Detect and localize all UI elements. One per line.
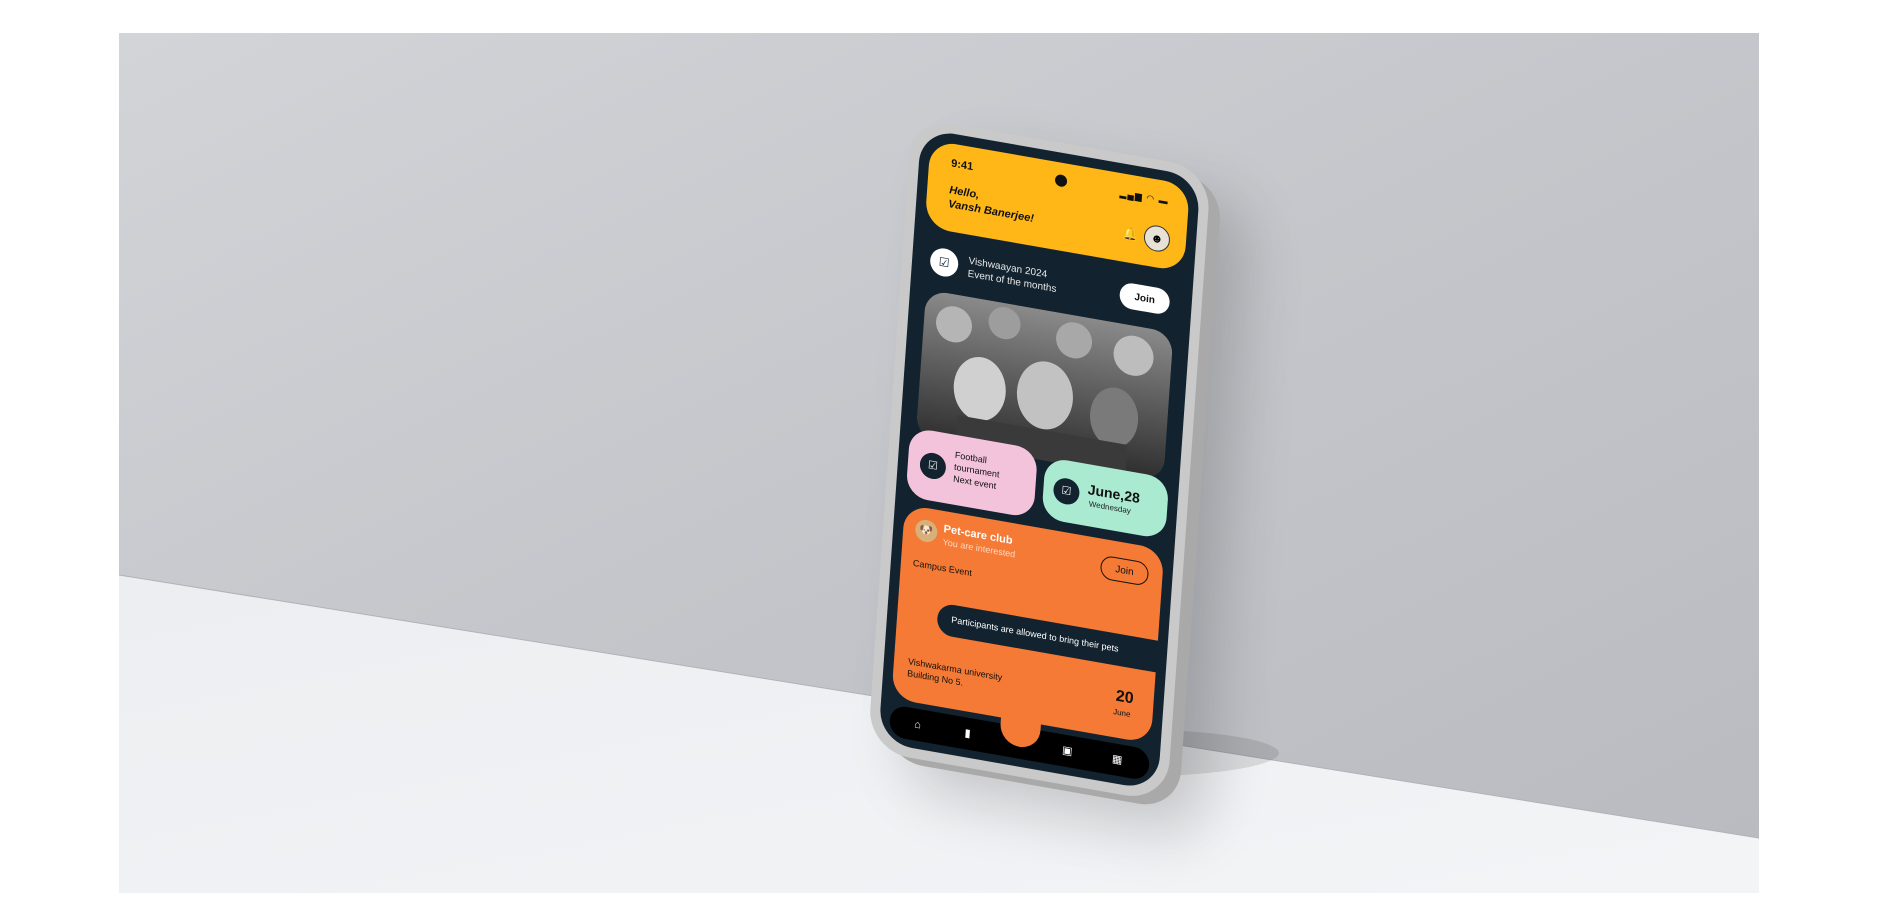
front-camera — [1054, 173, 1068, 188]
user-avatar[interactable]: ☻ — [1143, 223, 1171, 254]
document-icon[interactable]: ▮ — [959, 724, 976, 743]
club-event-day: 20 — [1115, 687, 1135, 708]
club-notice-text: Participants are allowed to bring their … — [951, 614, 1119, 654]
greeting-text: Hello, Vansh Banerjee! — [948, 183, 1036, 226]
app-screen: 9:41 ▂▄▆ ◠ ▬ Hello, Vansh Banerjee! 🔔 ☻ … — [878, 128, 1201, 791]
next-event-text: Football tournament Next event — [953, 449, 1001, 493]
phone-frame: 9:41 ▂▄▆ ◠ ▬ Hello, Vansh Banerjee! 🔔 ☻ … — [867, 116, 1212, 803]
club-event-card[interactable]: 🐶 Pet-care club You are interested Join … — [891, 504, 1165, 744]
home-icon[interactable]: ⌂ — [909, 716, 926, 735]
nav-notch — [999, 713, 1042, 751]
club-category: Campus Event — [912, 557, 973, 578]
phone-mockup: 9:41 ▂▄▆ ◠ ▬ Hello, Vansh Banerjee! 🔔 ☻ … — [867, 116, 1252, 819]
id-card-icon[interactable]: ▣ — [1059, 742, 1076, 761]
calendar-check-icon: ☑ — [1052, 476, 1081, 507]
join-club-button[interactable]: Join — [1099, 554, 1150, 587]
club-notice: Participants are allowed to bring their … — [936, 602, 1164, 674]
join-event-button[interactable]: Join — [1118, 281, 1171, 316]
club-avatar: 🐶 — [914, 518, 939, 544]
club-event-month: June — [1112, 707, 1131, 720]
featured-event-text: Vishwaayan 2024 Event of the months — [967, 255, 1058, 296]
calendar-check-icon: ☑ — [919, 450, 947, 482]
status-time: 9:41 — [950, 157, 974, 174]
status-icons: ▂▄▆ ◠ ▬ — [1119, 187, 1170, 207]
calendar-check-icon: ☑ — [929, 246, 960, 279]
calendar-icon[interactable]: ▦ — [1109, 751, 1126, 770]
bell-icon[interactable]: 🔔 — [1123, 226, 1139, 242]
background-scene: 9:41 ▂▄▆ ◠ ▬ Hello, Vansh Banerjee! 🔔 ☻ … — [119, 33, 1759, 893]
club-venue: Vishwakarma university Building No 5. — [907, 655, 1003, 695]
